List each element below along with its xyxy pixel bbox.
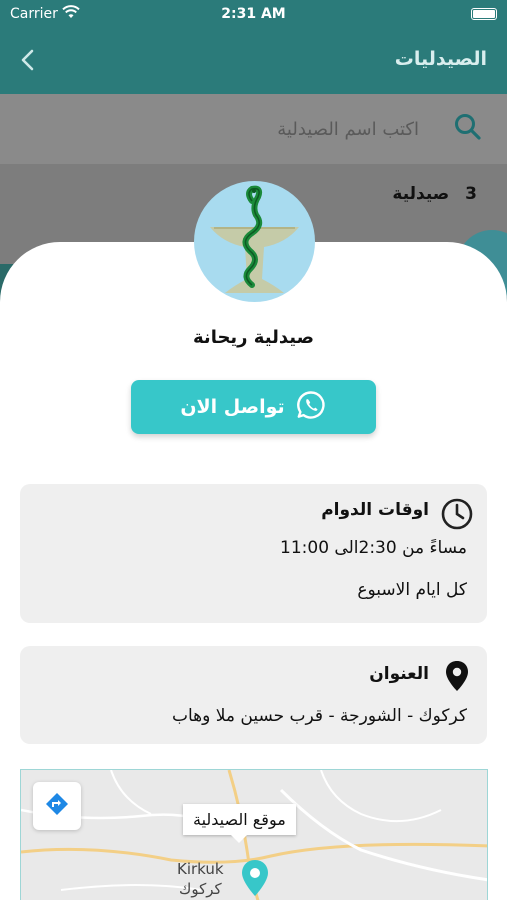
results-count-label: صيدلية: [392, 184, 450, 204]
directions-button[interactable]: [33, 782, 81, 830]
pharmacy-location-map[interactable]: موقع الصيدلية Kirkuk كركوك: [20, 769, 488, 900]
working-hours-card: اوقات الدوام مساءً من 2:30الى 11:00 كل ا…: [20, 484, 487, 623]
contact-button-label: تواصل الان: [180, 396, 285, 418]
working-hours-title: اوقات الدوام: [321, 500, 429, 520]
address-title: العنوان: [369, 664, 429, 684]
clock-time: 2:31 AM: [221, 6, 286, 22]
search-bar: [0, 94, 507, 164]
whatsapp-icon: [295, 389, 327, 426]
working-hours-time: مساءً من 2:30الى 11:00: [280, 538, 467, 558]
location-pin-icon: [439, 658, 475, 698]
navigation-bar: الصيدليات: [0, 28, 507, 94]
map-city-label-ar: كركوك: [179, 880, 222, 898]
status-bar: Carrier 2:31 AM: [0, 0, 507, 28]
map-pin-icon[interactable]: [239, 858, 271, 900]
back-chevron-icon[interactable]: [14, 46, 42, 74]
working-days: كل ايام الاسبوع: [357, 580, 467, 600]
battery-icon: [471, 8, 497, 20]
address-card: العنوان كركوك - الشورجة - قرب حسين ملا و…: [20, 646, 487, 744]
pharmacy-name: صيدلية ريحانة: [193, 327, 314, 348]
map-callout: موقع الصيدلية: [183, 804, 296, 843]
search-input[interactable]: [159, 116, 419, 142]
clock-icon: [439, 496, 475, 536]
directions-icon: [44, 791, 70, 821]
page-title: الصيدليات: [394, 48, 487, 70]
address-value: كركوك - الشورجة - قرب حسين ملا وهاب: [171, 706, 467, 726]
whatsapp-contact-button[interactable]: تواصل الان: [131, 380, 376, 434]
map-city-label-en: Kirkuk: [177, 860, 224, 878]
results-count-number: 3: [465, 184, 477, 204]
search-icon[interactable]: [453, 112, 483, 146]
results-count: 3 صيدلية: [392, 184, 477, 204]
pharmacy-logo: [194, 181, 315, 302]
